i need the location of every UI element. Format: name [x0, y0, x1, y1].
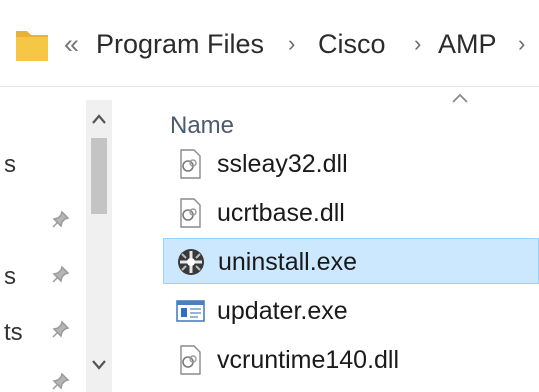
sort-ascending-icon — [452, 93, 468, 103]
breadcrumb-program-files[interactable]: Program Files — [96, 27, 264, 61]
nav-item-label[interactable]: s — [4, 151, 16, 179]
dll-file-icon — [180, 345, 201, 375]
dll-file-icon — [180, 198, 201, 228]
folder-icon — [16, 31, 48, 61]
uninstaller-icon — [178, 249, 204, 275]
address-bar[interactable]: « Program Files › Cisco › AMP › — [0, 0, 539, 87]
nav-item-label[interactable]: s — [4, 263, 16, 291]
file-name: uninstall.exe — [218, 248, 357, 276]
scroll-down-icon[interactable] — [91, 358, 107, 372]
breadcrumb-separator[interactable]: › — [288, 27, 295, 61]
pin-icon[interactable] — [52, 320, 70, 338]
file-row-selected[interactable]: uninstall.exe — [163, 238, 539, 284]
pin-icon[interactable] — [52, 372, 70, 390]
file-name: vcruntime140.dll — [217, 346, 400, 374]
breadcrumb-separator[interactable]: › — [518, 27, 525, 61]
file-name: updater.exe — [217, 297, 348, 325]
nav-item-label[interactable]: ts — [4, 319, 23, 347]
breadcrumb-overflow-button[interactable]: « — [64, 27, 79, 61]
application-window-icon — [176, 300, 205, 322]
breadcrumb-amp[interactable]: AMP — [438, 27, 497, 61]
pin-icon[interactable] — [52, 210, 70, 228]
scroll-thumb[interactable] — [91, 138, 107, 214]
breadcrumb-separator[interactable]: › — [414, 27, 421, 61]
pin-icon[interactable] — [52, 265, 70, 283]
scroll-up-icon[interactable] — [91, 112, 107, 126]
file-row[interactable]: ssleay32.dll — [163, 141, 539, 187]
file-row[interactable]: vcruntime140.dll — [163, 337, 539, 383]
file-row[interactable]: ucrtbase.dll — [163, 190, 539, 236]
dll-file-icon — [180, 149, 201, 179]
column-header-name[interactable]: Name — [170, 112, 234, 140]
nav-scrollbar[interactable] — [86, 100, 112, 392]
file-name: ucrtbase.dll — [217, 199, 345, 227]
breadcrumb-cisco[interactable]: Cisco — [318, 27, 386, 61]
file-row[interactable]: updater.exe — [163, 288, 539, 334]
file-name: ssleay32.dll — [217, 150, 348, 178]
